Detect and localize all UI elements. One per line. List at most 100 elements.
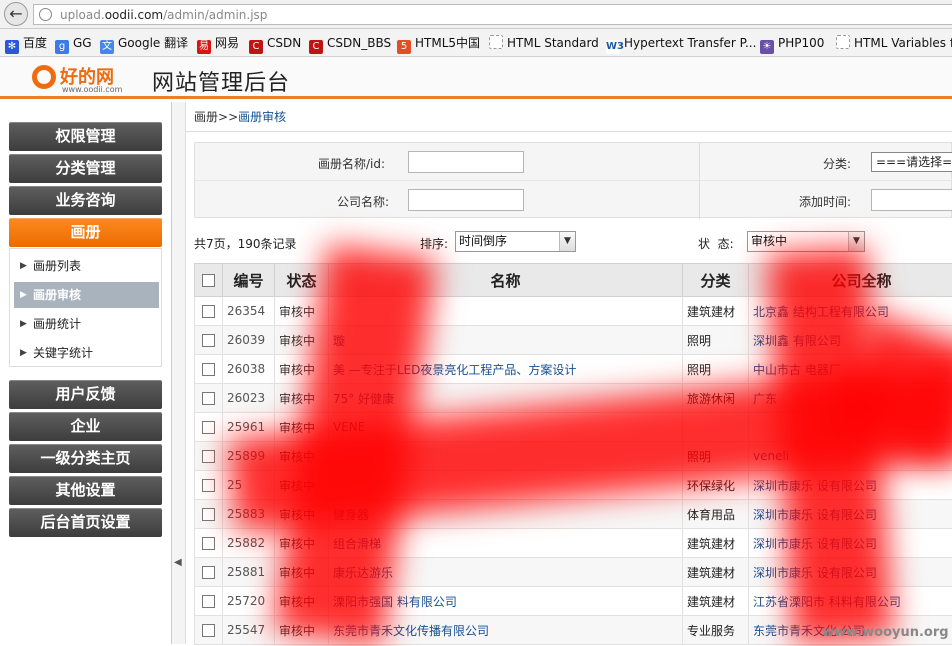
album-name-input[interactable] bbox=[408, 151, 524, 173]
row-checkbox[interactable] bbox=[202, 537, 215, 550]
sidebar-item-permissions[interactable]: 权限管理 bbox=[9, 122, 162, 151]
category-cell bbox=[683, 413, 749, 442]
company-name-label: 公司名称: bbox=[337, 193, 389, 210]
album-name-link[interactable]: 75° 好健康 bbox=[329, 384, 683, 413]
breadcrumb-root[interactable]: 画册 bbox=[194, 110, 218, 124]
page-title: 网站管理后台 bbox=[152, 65, 290, 97]
album-name-label: 画册名称/id: bbox=[318, 155, 385, 172]
album-name-link[interactable]: 溧阳市强国 料有限公司 bbox=[329, 587, 683, 616]
category-select[interactable]: ===请选择=== bbox=[871, 152, 952, 172]
status-select[interactable]: 审核中▼ bbox=[747, 231, 865, 252]
row-checkbox[interactable] bbox=[202, 363, 215, 376]
column-header[interactable]: 公司全称 bbox=[749, 264, 952, 297]
row-checkbox[interactable] bbox=[202, 392, 215, 405]
sidebar-item-categories[interactable]: 分类管理 bbox=[9, 154, 162, 183]
table-row: 25720审核中溧阳市强国 料有限公司建筑建材江苏省溧阳市 科料有限公司 bbox=[195, 587, 952, 616]
sidebar-item-home-settings[interactable]: 后台首页设置 bbox=[9, 508, 162, 537]
submenu-album-stats[interactable]: ▶画册统计 bbox=[14, 311, 159, 337]
row-checkbox[interactable] bbox=[202, 479, 215, 492]
album-name-link[interactable] bbox=[329, 442, 683, 471]
sidebar-item-albums[interactable]: 画册 bbox=[9, 218, 162, 247]
company-link[interactable]: 中山市古 电器厂 bbox=[749, 355, 952, 384]
row-checkbox[interactable] bbox=[202, 566, 215, 579]
company-link[interactable]: 广东 bbox=[749, 384, 952, 413]
status-cell: 审核中 bbox=[275, 616, 329, 645]
row-checkbox[interactable] bbox=[202, 624, 215, 637]
submenu-album-list[interactable]: ▶画册列表 bbox=[14, 253, 159, 279]
bookmarks-bar: ✻百度 gGG 文Google 翻译 易网易 CCSDN CCSDN_BBS 5… bbox=[0, 29, 952, 57]
sidebar-item-feedback[interactable]: 用户反馈 bbox=[9, 380, 162, 409]
row-checkbox[interactable] bbox=[202, 450, 215, 463]
sidebar-item-category-home[interactable]: 一级分类主页 bbox=[9, 444, 162, 473]
company-link[interactable]: 北京鑫 结构工程有限公司 bbox=[749, 297, 952, 326]
status-cell: 审核中 bbox=[275, 500, 329, 529]
google-translate-icon: 文 bbox=[100, 40, 114, 54]
album-submenu: ▶画册列表 ▶画册审核 ▶画册统计 ▶关键字统计 bbox=[9, 248, 162, 367]
filter-row: 公司名称: 添加时间: bbox=[195, 181, 952, 219]
album-name-link[interactable]: 组合滑梯 bbox=[329, 529, 683, 558]
bookmark-csdn[interactable]: CCSDN bbox=[249, 35, 301, 51]
row-checkbox[interactable] bbox=[202, 334, 215, 347]
company-link[interactable]: 深圳鑫 有限公司 bbox=[749, 326, 952, 355]
company-link[interactable]: 深圳市康乐 设有限公司 bbox=[749, 500, 952, 529]
url-field[interactable]: upload.oodii.com/admin/admin.jsp bbox=[33, 4, 952, 25]
bookmark-html-variables[interactable]: HTML Variables f bbox=[836, 35, 952, 51]
company-link[interactable]: 深圳市康乐 设有限公司 bbox=[749, 558, 952, 587]
back-arrow-icon[interactable]: ← bbox=[4, 2, 28, 26]
select-all-cell bbox=[195, 264, 223, 297]
company-link[interactable]: 深圳市康乐 设有限公司 bbox=[749, 529, 952, 558]
id-cell: 25882 bbox=[223, 529, 275, 558]
album-name-link[interactable]: 康乐达游乐 bbox=[329, 558, 683, 587]
category-cell: 建筑建材 bbox=[683, 297, 749, 326]
album-name-link[interactable]: 美 —专注于LED夜景亮化工程产品、方案设计 bbox=[329, 355, 683, 384]
bookmark-hypertext-transfer[interactable]: W3Hypertext Transfer P... bbox=[606, 35, 756, 51]
sort-select[interactable]: 时间倒序▼ bbox=[455, 231, 576, 252]
bookmark-html-standard[interactable]: HTML Standard bbox=[489, 35, 599, 51]
sidebar-item-consulting[interactable]: 业务咨询 bbox=[9, 186, 162, 215]
bookmark-baidu[interactable]: ✻百度 bbox=[5, 35, 47, 51]
album-name-link[interactable] bbox=[329, 297, 683, 326]
column-header[interactable]: 编号 bbox=[223, 264, 275, 297]
triangle-right-icon: ▶ bbox=[20, 340, 27, 366]
company-name-input[interactable] bbox=[408, 189, 524, 211]
row-checkbox[interactable] bbox=[202, 421, 215, 434]
album-name-link[interactable]: 健身器 bbox=[329, 500, 683, 529]
company-link[interactable] bbox=[749, 413, 952, 442]
company-link[interactable]: veneli bbox=[749, 442, 952, 471]
sidebar-item-other-settings[interactable]: 其他设置 bbox=[9, 476, 162, 505]
submenu-album-review[interactable]: ▶画册审核 bbox=[14, 282, 159, 308]
status-cell: 审核中 bbox=[275, 355, 329, 384]
row-checkbox[interactable] bbox=[202, 508, 215, 521]
column-header[interactable]: 名称 bbox=[329, 264, 683, 297]
status-cell: 审核中 bbox=[275, 442, 329, 471]
breadcrumb-current[interactable]: 画册审核 bbox=[238, 110, 286, 124]
oodii-logo-icon bbox=[32, 65, 56, 89]
added-time-input[interactable] bbox=[871, 189, 952, 211]
bookmark-gg[interactable]: gGG bbox=[55, 35, 92, 51]
row-checkbox[interactable] bbox=[202, 305, 215, 318]
bookmark-csdn-bbs[interactable]: CCSDN_BBS bbox=[309, 35, 391, 51]
category-cell: 旅游休闲 bbox=[683, 384, 749, 413]
bookmark-html5-china[interactable]: 5HTML5中国 bbox=[397, 35, 480, 51]
row-checkbox-cell bbox=[195, 326, 223, 355]
select-all-checkbox[interactable] bbox=[202, 274, 215, 287]
bookmark-google-translate[interactable]: 文Google 翻译 bbox=[100, 35, 188, 51]
bookmark-php100[interactable]: ☀PHP100 bbox=[760, 35, 824, 51]
sidebar-collapse-handle[interactable]: ◀ bbox=[172, 102, 186, 644]
album-name-link[interactable]: 璇 bbox=[329, 326, 683, 355]
id-cell: 26039 bbox=[223, 326, 275, 355]
album-name-link[interactable]: VENE bbox=[329, 413, 683, 442]
column-header[interactable]: 状态 bbox=[275, 264, 329, 297]
submenu-keyword-stats[interactable]: ▶关键字统计 bbox=[14, 340, 159, 366]
album-name-link[interactable]: 东莞市青禾文化传播有限公司 bbox=[329, 616, 683, 645]
album-name-link[interactable] bbox=[329, 471, 683, 500]
company-link[interactable]: 深圳市康乐 设有限公司 bbox=[749, 471, 952, 500]
table-row: 25961审核中VENE bbox=[195, 413, 952, 442]
bookmark-netease[interactable]: 易网易 bbox=[197, 35, 239, 51]
sidebar-item-enterprise[interactable]: 企业 bbox=[9, 412, 162, 441]
row-checkbox-cell bbox=[195, 297, 223, 326]
company-link[interactable]: 江苏省溧阳市 科料有限公司 bbox=[749, 587, 952, 616]
column-header[interactable]: 分类 bbox=[683, 264, 749, 297]
chevron-down-icon: ▼ bbox=[848, 232, 864, 251]
row-checkbox[interactable] bbox=[202, 595, 215, 608]
